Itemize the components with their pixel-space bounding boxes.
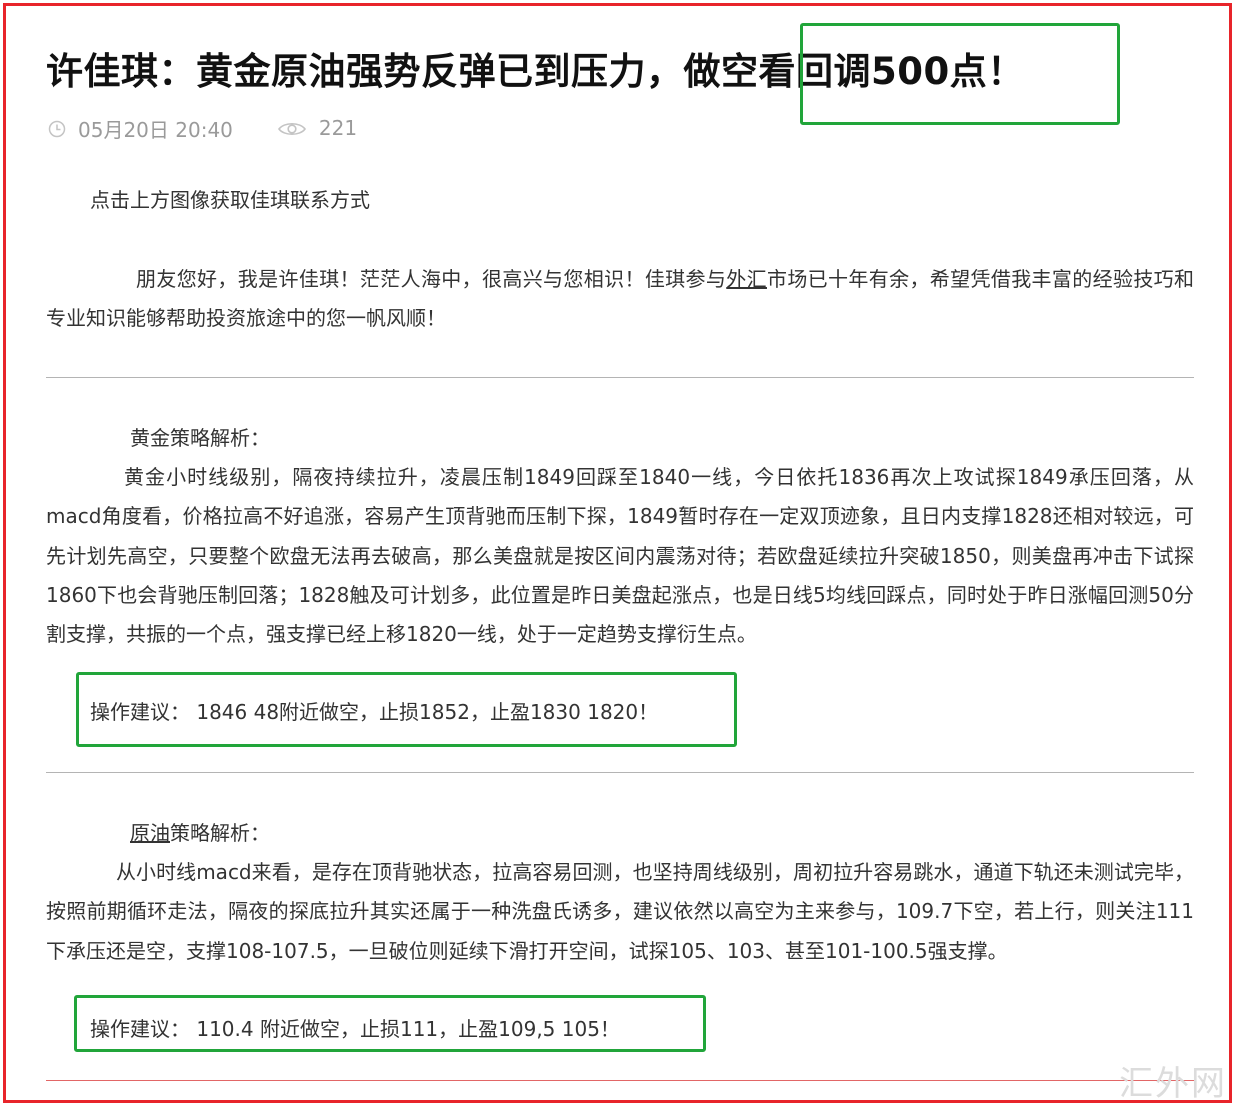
greeting-paragraph: 朋友您好，我是许佳琪！茫茫人海中，很高兴与您相识！佳琪参与外汇市场已十年有余，希…	[46, 260, 1194, 339]
gold-analysis: 黄金小时线级别，隔夜持续拉升，凌晨压制1849回踩至1840一线，今日依托183…	[46, 465, 1194, 647]
gold-advice: 操作建议： 1846 48附近做空，止损1852，止盈1830 1820！	[90, 700, 659, 724]
section-divider	[46, 377, 1194, 378]
forex-link[interactable]: 外汇	[726, 267, 767, 291]
oil-heading: 原油策略解析：	[46, 814, 1194, 853]
oil-advice: 操作建议： 110.4 附近做空，止损111，止盈109,5 105！	[90, 1017, 620, 1041]
oil-analysis: 从小时线macd来看，是存在顶背驰状态，拉高容易回测，也坚持周线级别，周初拉升容…	[46, 860, 1194, 963]
oil-link[interactable]: 原油	[130, 821, 170, 845]
gold-heading: 黄金策略解析：	[130, 426, 270, 450]
publish-date: 05月20日 20:40	[78, 117, 233, 142]
oil-heading-text: 策略解析：	[170, 821, 270, 845]
view-count: 221	[318, 116, 358, 140]
clock-icon	[48, 119, 66, 138]
article-title: 许佳琪：黄金原油强势反弹已到压力，做空看回调500点！	[46, 50, 1025, 93]
watermark: 汇外网	[1119, 1064, 1227, 1104]
greeting-text-start: 朋友您好，我是许佳琪！茫茫人海中，很高兴与您相识！佳琪参与	[136, 267, 727, 291]
article-meta: 05月20日 20:40 221	[48, 113, 357, 143]
contact-intro: 点击上方图像获取佳琪联系方式	[90, 188, 370, 212]
eye-icon	[277, 119, 307, 137]
section-divider	[46, 772, 1194, 773]
section-divider	[46, 1080, 1194, 1081]
